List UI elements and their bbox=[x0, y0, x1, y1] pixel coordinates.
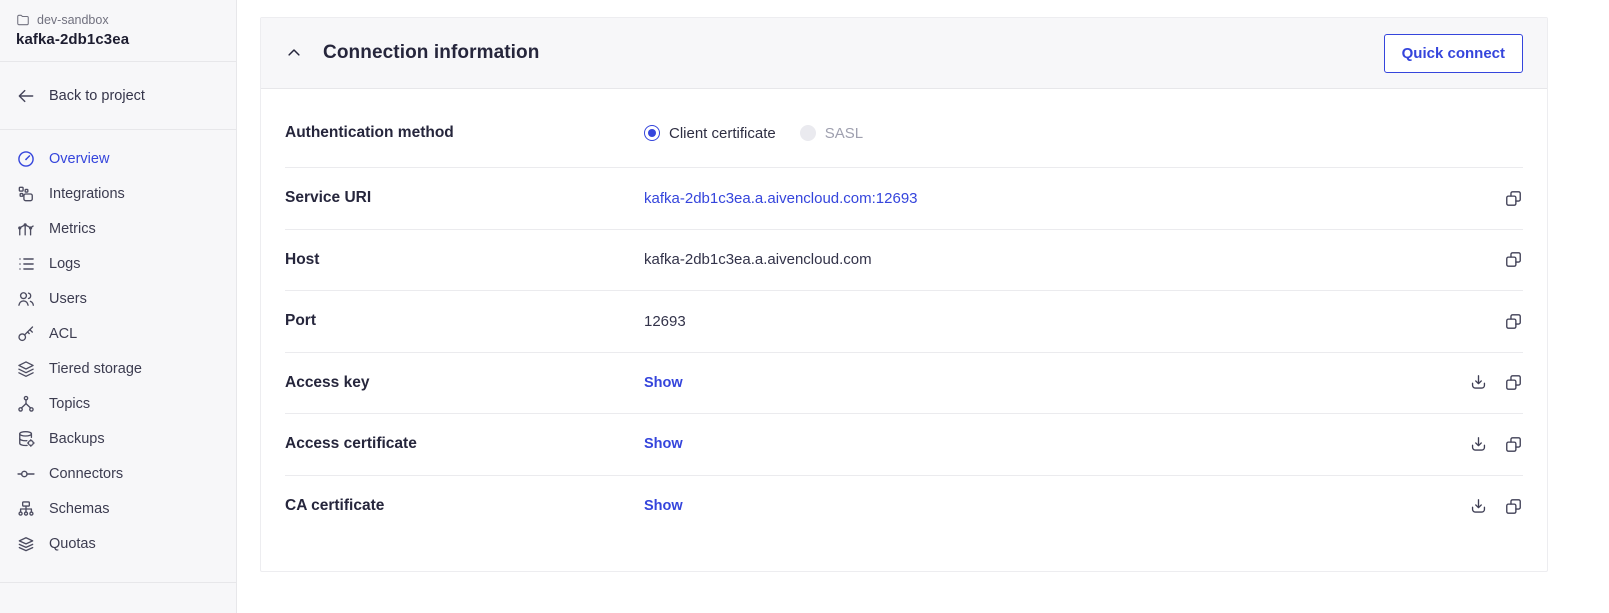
access-certificate-row: Access certificate Show bbox=[285, 414, 1523, 476]
sidebar-item-label: Connectors bbox=[49, 465, 124, 482]
download-icon[interactable] bbox=[1469, 373, 1488, 392]
row-label: CA certificate bbox=[285, 497, 385, 515]
service-uri-row: Service URI kafka-2db1c3ea.a.aivencloud.… bbox=[285, 168, 1523, 230]
database-icon bbox=[16, 429, 36, 449]
show-access-key-link[interactable]: Show bbox=[644, 375, 683, 391]
graph-icon bbox=[16, 394, 36, 414]
sidebar-item-quotas[interactable]: Quotas bbox=[0, 526, 236, 561]
folder-icon bbox=[16, 13, 30, 27]
port-row: Port 12693 bbox=[285, 291, 1523, 353]
copy-icon[interactable] bbox=[1504, 497, 1523, 516]
card-body: Authentication method Client certificate… bbox=[261, 89, 1547, 537]
card-header: Connection information Quick connect bbox=[261, 18, 1547, 89]
gauge-icon bbox=[16, 149, 36, 169]
users-icon bbox=[16, 289, 36, 309]
auth-radio-group: Client certificate SASL bbox=[644, 125, 863, 142]
copy-icon[interactable] bbox=[1504, 373, 1523, 392]
sidebar-item-schemas[interactable]: Schemas bbox=[0, 491, 236, 526]
sidebar-item-label: Integrations bbox=[49, 185, 125, 202]
radio-sasl: SASL bbox=[799, 124, 864, 142]
auth-method-row: Authentication method Client certificate… bbox=[285, 99, 1523, 168]
sidebar-item-backups[interactable]: Backups bbox=[0, 421, 236, 456]
sidebar-item-label: Backups bbox=[49, 430, 105, 447]
sidebar-item-users[interactable]: Users bbox=[0, 281, 236, 316]
sidebar-item-label: Quotas bbox=[49, 535, 96, 552]
ca-certificate-row: CA certificate Show bbox=[285, 476, 1523, 538]
sidebar-item-connectors[interactable]: Connectors bbox=[0, 456, 236, 491]
radio-selected-icon bbox=[644, 125, 660, 141]
sidebar-item-label: Logs bbox=[49, 255, 81, 272]
key-icon bbox=[16, 324, 36, 344]
back-to-project-label: Back to project bbox=[49, 88, 145, 104]
project-breadcrumb: dev-sandbox bbox=[16, 13, 220, 27]
arrow-left-icon bbox=[16, 86, 36, 106]
list-icon bbox=[16, 254, 36, 274]
copy-icon[interactable] bbox=[1504, 435, 1523, 454]
copy-icon[interactable] bbox=[1504, 312, 1523, 331]
access-key-row: Access key Show bbox=[285, 353, 1523, 414]
sidebar-header: dev-sandbox kafka-2db1c3ea bbox=[0, 0, 236, 62]
sidebar-item-label: Users bbox=[49, 290, 87, 307]
connector-icon bbox=[16, 464, 36, 484]
row-label: Access certificate bbox=[285, 435, 417, 453]
copy-icon[interactable] bbox=[1504, 189, 1523, 208]
quick-connect-button[interactable]: Quick connect bbox=[1383, 33, 1523, 73]
collapse-chevron-up-icon[interactable] bbox=[285, 44, 303, 62]
sidebar-item-overview[interactable]: Overview bbox=[0, 141, 236, 176]
radio-client-certificate[interactable]: Client certificate bbox=[644, 125, 776, 142]
layers-icon bbox=[16, 359, 36, 379]
sidebar-item-logs[interactable]: Logs bbox=[0, 246, 236, 281]
back-to-project-link[interactable]: Back to project bbox=[0, 62, 236, 130]
stack-icon bbox=[16, 534, 36, 554]
row-label: Authentication method bbox=[285, 124, 454, 141]
tree-icon bbox=[16, 499, 36, 519]
sidebar-item-label: Schemas bbox=[49, 500, 110, 517]
chart-icon bbox=[16, 219, 36, 239]
download-icon[interactable] bbox=[1469, 497, 1488, 516]
main-content: Connection information Quick connect Aut… bbox=[238, 0, 1609, 613]
row-label: Access key bbox=[285, 373, 370, 391]
radio-label: Client certificate bbox=[669, 124, 776, 142]
sidebar-item-label: ACL bbox=[49, 325, 78, 342]
show-ca-certificate-link[interactable]: Show bbox=[644, 498, 683, 514]
radio-label: SASL bbox=[824, 124, 864, 142]
project-name: dev-sandbox bbox=[37, 13, 109, 27]
radio-disabled-icon bbox=[799, 125, 816, 141]
page-title: Connection information bbox=[323, 42, 540, 63]
port-value: 12693 bbox=[644, 312, 686, 330]
sidebar-item-label: Topics bbox=[49, 395, 91, 412]
download-icon[interactable] bbox=[1469, 435, 1488, 454]
connection-information-card: Connection information Quick connect Aut… bbox=[260, 17, 1548, 572]
host-row: Host kafka-2db1c3ea.a.aivencloud.com bbox=[285, 230, 1523, 291]
sidebar-item-tiered-storage[interactable]: Tiered storage bbox=[0, 351, 236, 386]
copy-icon[interactable] bbox=[1504, 250, 1523, 269]
sidebar-item-label: Overview bbox=[49, 150, 110, 167]
service-name: kafka-2db1c3ea bbox=[16, 31, 130, 48]
sidebar-item-label: Tiered storage bbox=[49, 360, 142, 377]
sidebar-item-label: Metrics bbox=[49, 220, 96, 237]
app-window: dev-sandbox kafka-2db1c3ea Back to proje… bbox=[0, 0, 1609, 613]
show-access-certificate-link[interactable]: Show bbox=[644, 436, 683, 452]
sidebar-nav: Overview Integrations Metrics Logs Users… bbox=[0, 130, 236, 561]
row-label: Service URI bbox=[285, 189, 372, 207]
sidebar: dev-sandbox kafka-2db1c3ea Back to proje… bbox=[0, 0, 237, 613]
sidebar-item-topics[interactable]: Topics bbox=[0, 386, 236, 421]
sidebar-item-metrics[interactable]: Metrics bbox=[0, 211, 236, 246]
row-label: Host bbox=[285, 250, 320, 268]
sidebar-divider bbox=[0, 582, 236, 583]
service-uri-link[interactable]: kafka-2db1c3ea.a.aivencloud.com:12693 bbox=[644, 190, 918, 207]
host-value: kafka-2db1c3ea.a.aivencloud.com bbox=[644, 251, 872, 269]
blocks-icon bbox=[16, 184, 36, 204]
sidebar-item-integrations[interactable]: Integrations bbox=[0, 176, 236, 211]
sidebar-item-acl[interactable]: ACL bbox=[0, 316, 236, 351]
row-label: Port bbox=[285, 312, 316, 330]
